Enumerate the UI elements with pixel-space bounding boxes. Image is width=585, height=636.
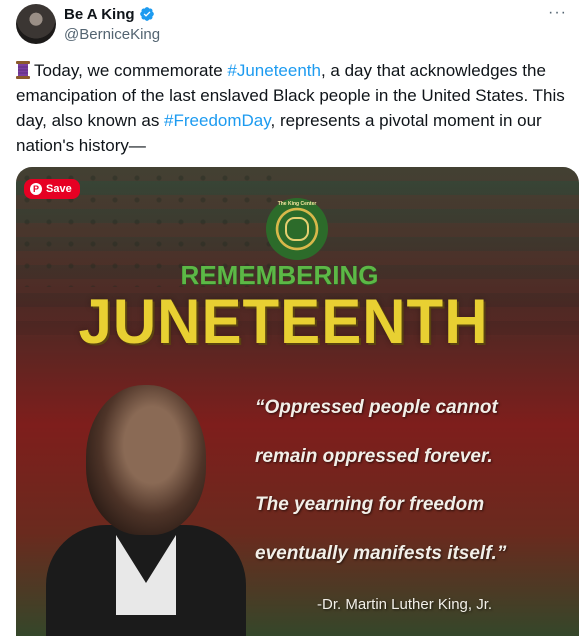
hashtag-juneteenth[interactable]: #Juneteenth xyxy=(227,61,321,80)
quote-line: “Oppressed people cannot xyxy=(255,397,498,418)
king-center-seal-logo: The King Center xyxy=(266,198,328,260)
quote-line: The yearning for freedom xyxy=(255,494,485,515)
author-name-row: Be A King xyxy=(64,4,160,24)
quote-line: remain oppressed forever. xyxy=(255,445,493,467)
portrait-suit xyxy=(46,525,246,636)
tweet-text-part: Today, we commemorate xyxy=(34,61,228,80)
verified-badge-icon xyxy=(139,7,154,21)
more-icon[interactable]: ··· xyxy=(548,4,567,22)
hashtag-freedomday[interactable]: #FreedomDay xyxy=(164,111,270,130)
quote-line: eventually manifests itself.” xyxy=(255,542,507,564)
avatar[interactable] xyxy=(16,4,56,44)
author-display-name[interactable]: Be A King xyxy=(64,6,135,23)
tweet-media-image[interactable]: P Save The King Center REMEMBERING JUNET… xyxy=(16,167,579,636)
pinterest-save-button[interactable]: P Save xyxy=(24,179,80,199)
portrait-head xyxy=(86,385,206,535)
tweet-text: Today, we commemorate #Juneteenth, a day… xyxy=(16,58,571,158)
seal-knot-emblem xyxy=(285,217,309,241)
seal-text: The King Center xyxy=(277,201,317,207)
juneteenth-heading: JUNETEENTH xyxy=(78,286,489,357)
author-handle[interactable]: @BerniceKing xyxy=(64,26,160,43)
author-block: Be A King @BerniceKing xyxy=(64,4,160,44)
save-label: Save xyxy=(46,183,72,195)
pinterest-icon: P xyxy=(30,183,42,195)
quote-block: “Oppressed people cannot remain oppresse… xyxy=(255,397,565,591)
quote-attribution: -Dr. Martin Luther King, Jr. xyxy=(317,596,493,613)
spool-of-thread-icon xyxy=(16,61,30,79)
mlk-portrait xyxy=(46,385,246,636)
